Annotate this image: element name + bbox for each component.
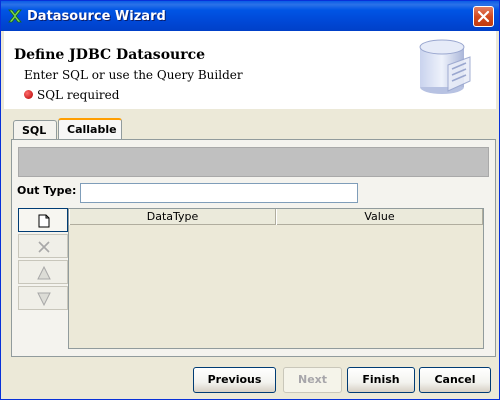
error-dot-icon (24, 90, 33, 99)
move-up-icon (37, 266, 51, 280)
close-icon (477, 10, 490, 23)
out-type-label: Out Type: (17, 184, 77, 197)
callable-statement-area[interactable] (18, 147, 489, 177)
delete-parameter-button[interactable] (18, 234, 68, 258)
column-header-datatype[interactable]: DataType (69, 209, 276, 225)
callable-panel: Out Type: DataType Value (11, 139, 496, 357)
next-button[interactable]: Next (283, 367, 342, 393)
previous-button[interactable]: Previous (193, 367, 276, 393)
close-button[interactable] (473, 6, 494, 27)
page-subtitle: Enter SQL or use the Query Builder (24, 68, 243, 82)
wizard-window: Datasource Wizard Define JDBC Datasource… (0, 0, 500, 400)
finish-button[interactable]: Finish (347, 367, 415, 393)
tab-sql[interactable]: SQL (13, 120, 57, 139)
status-message: SQL required (24, 88, 119, 102)
page-title: Define JDBC Datasource (14, 47, 206, 63)
cancel-button[interactable]: Cancel (419, 367, 491, 393)
new-parameter-button[interactable] (18, 208, 68, 232)
move-up-button[interactable] (18, 260, 68, 284)
database-icon (412, 35, 478, 101)
move-down-button[interactable] (18, 286, 68, 310)
parameters-table[interactable]: DataType Value (68, 208, 484, 349)
table-header: DataType Value (69, 209, 483, 225)
title-bar[interactable]: Datasource Wizard (1, 1, 499, 31)
delete-x-icon (38, 241, 50, 253)
wizard-header: Define JDBC Datasource Enter SQL or use … (4, 31, 496, 109)
column-header-value[interactable]: Value (276, 209, 483, 225)
status-text: SQL required (37, 88, 120, 102)
move-down-icon (37, 292, 51, 306)
new-document-icon (38, 214, 50, 228)
window-title: Datasource Wizard (27, 9, 166, 24)
tab-callable[interactable]: Callable (58, 118, 122, 140)
out-type-input[interactable] (80, 183, 358, 203)
wizard-x-icon (7, 8, 23, 24)
